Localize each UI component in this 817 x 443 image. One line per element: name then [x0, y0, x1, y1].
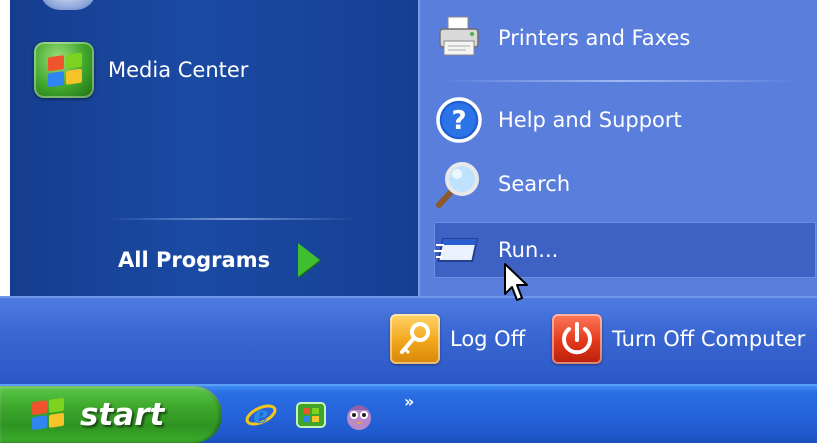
media-center-icon — [34, 42, 94, 98]
menu-item-label: Search — [498, 172, 571, 196]
menu-item-label: Run... — [498, 238, 559, 262]
run-window-icon — [434, 238, 479, 262]
turn-off-computer-label: Turn Off Computer — [612, 327, 806, 351]
log-off-button[interactable]: Log Off — [390, 312, 525, 366]
left-pane-divider — [106, 218, 356, 220]
menu-item-search[interactable]: Search — [434, 158, 816, 210]
menu-item-media-center[interactable]: Media Center — [34, 40, 364, 100]
start-label: start — [80, 396, 165, 433]
green-arrow-right-icon — [298, 243, 321, 277]
menu-item-help-and-support[interactable]: ? Help and Support — [434, 94, 816, 146]
power-icon — [552, 314, 602, 364]
start-menu: Media Center All Programs Printers and F… — [0, 0, 817, 384]
menu-item-printers-and-faxes[interactable]: Printers and Faxes — [434, 12, 816, 64]
windows-flag-icon — [48, 52, 82, 88]
svg-text:?: ? — [451, 106, 466, 136]
screen: Media Center All Programs Printers and F… — [0, 0, 817, 443]
menu-item-run[interactable]: Run... — [434, 222, 816, 278]
partially-visible-icon — [40, 0, 96, 10]
svg-text:e: e — [253, 400, 268, 429]
magnifier-icon — [436, 162, 479, 208]
all-programs-label: All Programs — [118, 248, 271, 272]
messenger-icon[interactable] — [342, 398, 376, 432]
start-button[interactable]: start — [0, 386, 222, 443]
turn-off-computer-button[interactable]: Turn Off Computer — [552, 312, 805, 366]
log-off-label: Log Off — [450, 327, 526, 351]
menu-item-label: Media Center — [108, 58, 249, 82]
right-pane-divider — [440, 80, 800, 82]
start-menu-left-pane: Media Center All Programs — [10, 0, 418, 296]
start-menu-right-pane: Printers and Faxes ? Help and Support Se… — [418, 0, 817, 296]
windows-flag-icon — [30, 397, 68, 432]
menu-item-label: Printers and Faxes — [498, 26, 691, 50]
internet-explorer-icon[interactable]: e — [244, 398, 278, 432]
quick-launch-overflow-chevron[interactable]: » — [404, 392, 414, 411]
taskbar: start e » — [0, 384, 817, 443]
printer-icon — [439, 16, 479, 56]
mouse-pointer-icon — [504, 263, 528, 301]
windows-media-icon[interactable] — [294, 398, 328, 432]
menu-item-label: Help and Support — [498, 108, 682, 132]
help-question-icon: ? — [436, 97, 482, 143]
all-programs-button[interactable]: All Programs — [118, 238, 321, 282]
start-menu-bottom-bar: Log Off Turn Off Computer — [0, 296, 817, 384]
key-icon — [390, 314, 440, 364]
